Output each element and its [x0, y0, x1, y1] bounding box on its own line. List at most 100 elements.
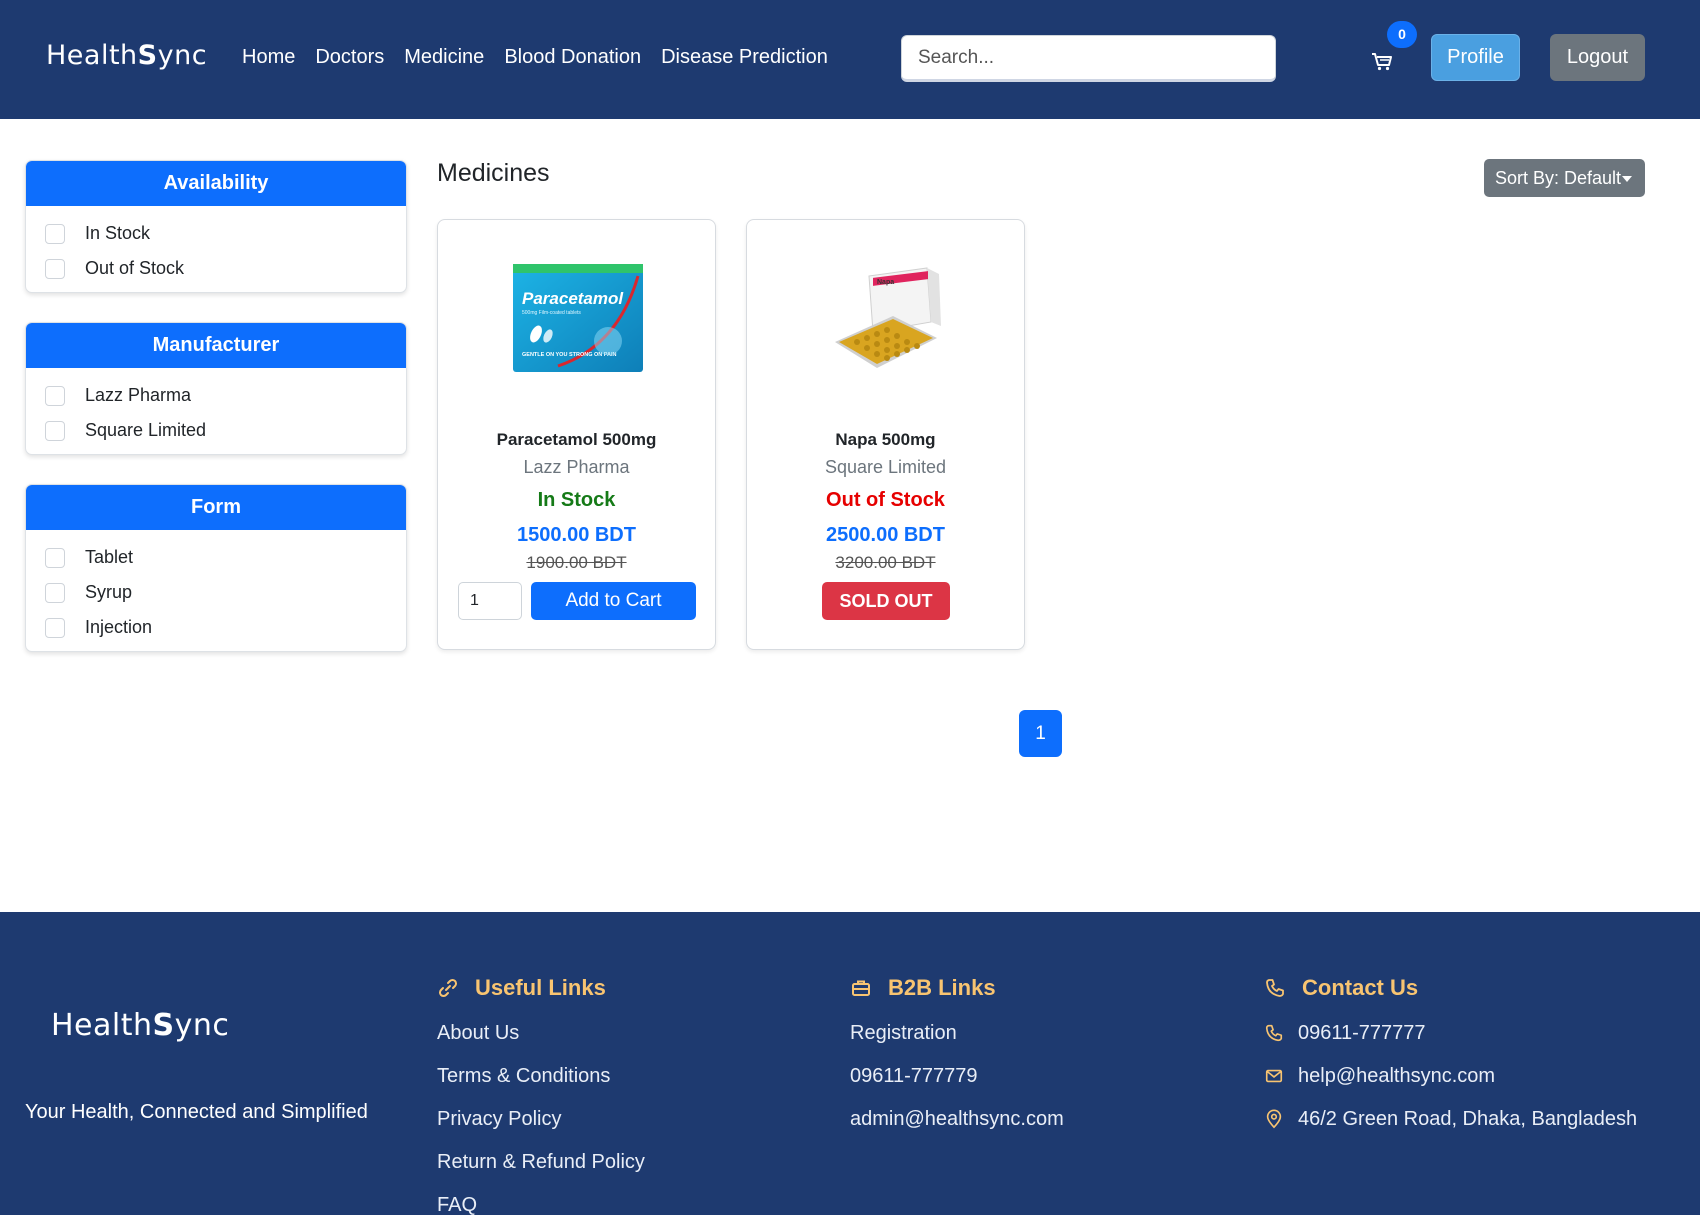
footer-link-terms[interactable]: Terms & Conditions [437, 1062, 645, 1090]
filter-title: Form [26, 485, 406, 530]
logo-text-suffix: ync [174, 1008, 230, 1043]
site-footer: HealthSync Your Health, Connected and Si… [0, 912, 1700, 1215]
footer-heading: B2B Links [850, 972, 1064, 1004]
footer-link-registration[interactable]: Registration [850, 1019, 1064, 1047]
footer-heading-label: B2B Links [888, 975, 996, 1000]
phone-icon [1266, 979, 1284, 997]
logo-text-s: S [152, 1008, 175, 1043]
footer-logo[interactable]: HealthSync [51, 1008, 229, 1043]
stock-status: Out of Stock [826, 489, 945, 511]
checkbox[interactable] [45, 385, 65, 406]
product-manufacturer: Square Limited [824, 457, 947, 477]
page-title: Medicines [437, 159, 550, 187]
filter-title: Manufacturer [26, 323, 406, 368]
logout-button[interactable]: Logout [1550, 34, 1645, 81]
product-price: 1500.00 BDT [517, 524, 636, 546]
footer-b2b-email[interactable]: admin@healthsync.com [850, 1105, 1064, 1133]
product-name[interactable]: Paracetamol 500mg [438, 430, 715, 450]
product-old-price: 3200.00 BDT [835, 553, 936, 572]
main-nav: Home Doctors Medicine Blood Donation Dis… [242, 46, 828, 69]
footer-link-privacy[interactable]: Privacy Policy [437, 1105, 645, 1133]
nav-link-disease-prediction[interactable]: Disease Prediction [661, 46, 828, 69]
top-navbar: HealthSync Home Doctors Medicine Blood D… [0, 0, 1700, 119]
sort-label: Sort By: Default [1495, 168, 1622, 188]
profile-button[interactable]: Profile [1431, 34, 1520, 81]
filter-option-syrup[interactable]: Syrup [45, 575, 387, 610]
filter-card-manufacturer: Manufacturer Lazz Pharma Square Limited [25, 322, 407, 455]
cart-icon[interactable] [1368, 46, 1396, 74]
sold-out-button[interactable]: SOLD OUT [822, 582, 950, 620]
checkbox[interactable] [45, 582, 65, 603]
checkbox[interactable] [45, 223, 65, 244]
nav-link-blood-donation[interactable]: Blood Donation [504, 46, 641, 69]
footer-link-refund[interactable]: Return & Refund Policy [437, 1148, 645, 1176]
contact-address-text: 46/2 Green Road, Dhaka, Bangladesh [1298, 1107, 1638, 1130]
filter-option-label: In Stock [85, 223, 151, 243]
filter-option-label: Tablet [85, 547, 134, 567]
checkbox[interactable] [45, 420, 65, 441]
box-dose-text: 500mg Film-coated tablets [522, 310, 581, 316]
filter-option-square-limited[interactable]: Square Limited [45, 413, 387, 448]
filter-card-form: Form Tablet Syrup Injection [25, 484, 407, 652]
product-old-price: 1900.00 BDT [526, 553, 627, 572]
footer-tagline: Your Health, Connected and Simplified [25, 1101, 368, 1123]
napa-product-image[interactable]: Napa [807, 256, 967, 386]
mail-icon [1265, 1069, 1283, 1083]
filter-option-label: Out of Stock [85, 258, 185, 278]
footer-contact-email[interactable]: help@healthsync.com [1264, 1062, 1637, 1090]
product-card: Paracetamol 500mg Film-coated tablets GE… [437, 219, 716, 650]
caret-down-icon [1622, 176, 1632, 182]
product-price: 2500.00 BDT [826, 524, 945, 546]
search-input[interactable] [901, 35, 1276, 82]
sort-dropdown[interactable]: Sort By: Default [1484, 159, 1645, 197]
product-name[interactable]: Napa 500mg [747, 430, 1024, 450]
filter-option-lazz-pharma[interactable]: Lazz Pharma [45, 378, 387, 413]
filter-option-out-of-stock[interactable]: Out of Stock [45, 251, 387, 286]
footer-contact: Contact Us 09611-777777 help@healthsync.… [1264, 972, 1637, 1133]
location-pin-icon [1266, 1109, 1282, 1129]
quantity-input[interactable] [458, 582, 522, 620]
stock-status: In Stock [537, 489, 616, 511]
footer-link-faq[interactable]: FAQ [437, 1191, 645, 1215]
footer-heading: Useful Links [437, 972, 645, 1004]
footer-link-about-us[interactable]: About Us [437, 1019, 645, 1047]
cart-count-badge: 0 [1387, 21, 1417, 48]
logo-text-suffix: ync [157, 40, 208, 71]
pagination-page-1[interactable]: 1 [1019, 710, 1062, 757]
footer-heading-label: Useful Links [475, 975, 606, 1000]
footer-b2b-phone[interactable]: 09611-777779 [850, 1062, 1064, 1090]
logo-text-prefix: Health [46, 40, 138, 71]
logo-text-s: S [137, 40, 158, 71]
contact-phone-text: 09611-777777 [1298, 1021, 1426, 1044]
nav-link-home[interactable]: Home [242, 46, 295, 69]
healthsync-logo[interactable]: HealthSync [46, 40, 207, 71]
footer-heading-label: Contact Us [1302, 975, 1419, 1000]
footer-contact-address[interactable]: 46/2 Green Road, Dhaka, Bangladesh [1264, 1105, 1637, 1133]
box-brand-text: Napa [877, 279, 894, 286]
filter-card-availability: Availability In Stock Out of Stock [25, 160, 407, 293]
nav-link-doctors[interactable]: Doctors [315, 46, 384, 69]
link-icon [438, 978, 458, 998]
filter-option-label: Injection [85, 617, 153, 637]
logo-text-prefix: Health [51, 1008, 153, 1043]
footer-heading: Contact Us [1264, 972, 1637, 1004]
phone-icon [1265, 1024, 1283, 1042]
contact-email-text: help@healthsync.com [1298, 1064, 1496, 1087]
filter-option-in-stock[interactable]: In Stock [45, 216, 387, 251]
nav-link-medicine[interactable]: Medicine [404, 46, 484, 69]
checkbox[interactable] [45, 617, 65, 638]
filter-option-label: Syrup [85, 582, 133, 602]
footer-b2b-links: B2B Links Registration 09611-777779 admi… [850, 972, 1064, 1133]
filter-option-label: Lazz Pharma [85, 385, 192, 405]
checkbox[interactable] [45, 258, 65, 279]
paracetamol-product-image[interactable]: Paracetamol 500mg Film-coated tablets GE… [498, 256, 658, 386]
footer-contact-phone[interactable]: 09611-777777 [1264, 1019, 1637, 1047]
filter-option-tablet[interactable]: Tablet [45, 540, 387, 575]
checkbox[interactable] [45, 547, 65, 568]
product-card: Napa Napa 500mg Square Limited Out of St… [746, 219, 1025, 650]
filter-option-injection[interactable]: Injection [45, 610, 387, 645]
filter-option-label: Square Limited [85, 420, 207, 440]
box-brand-text: Paracetamol [522, 289, 624, 308]
product-manufacturer: Lazz Pharma [523, 457, 630, 477]
add-to-cart-button[interactable]: Add to Cart [531, 582, 696, 620]
